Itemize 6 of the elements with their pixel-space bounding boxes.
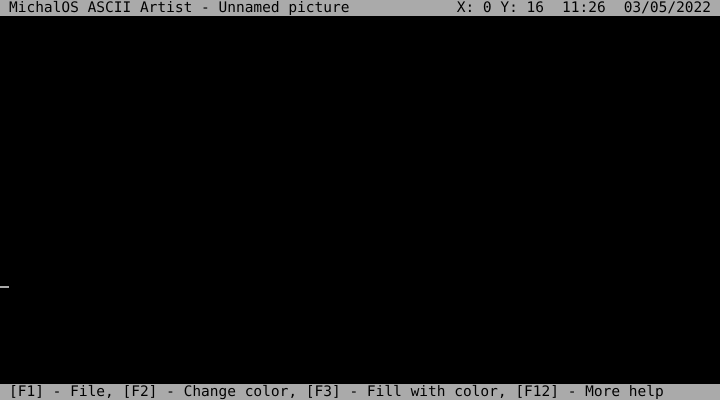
window-title: MichalOS ASCII Artist - Unnamed picture [9, 0, 350, 16]
text-cursor [0, 286, 9, 288]
cursor-position: X: 0 Y: 16 [456, 0, 544, 16]
clock-time: 11:26 [562, 0, 606, 16]
clock-date: 03/05/2022 [624, 0, 711, 16]
help-text: [F1] - File, [F2] - Change color, [F3] - Fill with color, [F12] - More help [9, 384, 664, 400]
